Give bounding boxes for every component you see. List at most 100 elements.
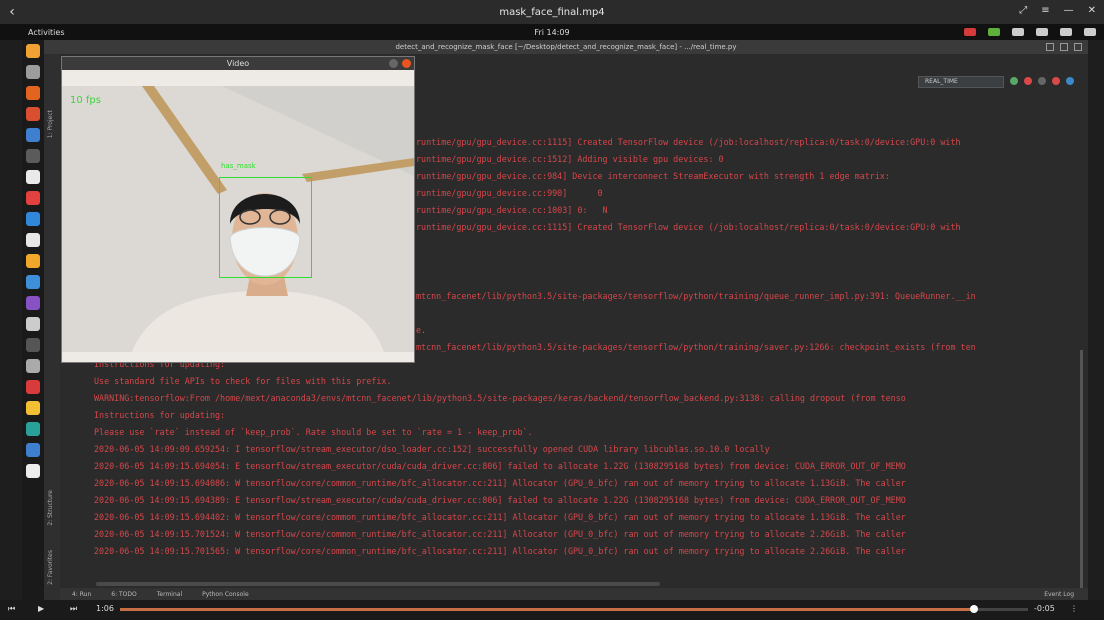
horizontal-scrollbar[interactable] [96,582,660,586]
tray-icon[interactable] [1060,28,1072,36]
debug-icon[interactable] [1024,77,1032,85]
ide-close-icon[interactable] [1074,43,1082,51]
minimize-icon[interactable]: — [1064,5,1074,16]
window-title: mask_face_final.mp4 [499,6,605,18]
window-controls: ⤢ ≡ — ✕ [1019,5,1096,16]
video-window: Video 10 fps has_mask [61,56,415,363]
console-line: Use standard file APIs to check for file… [94,376,392,386]
console-line: runtime/gpu/gpu_device.cc:1003] 0: N [416,205,608,215]
console-line: 2020-06-05 14:09:15.694402: W tensorflow… [94,512,906,522]
ide-minimize-icon[interactable] [1046,43,1054,51]
run-config-select[interactable]: REAL_TIME [918,76,1004,88]
dock-app-icon[interactable] [26,86,40,100]
stop-icon[interactable] [1052,77,1060,85]
coverage-icon[interactable] [1038,77,1046,85]
dock-app-icon[interactable] [26,380,40,394]
dock-app-icon[interactable] [26,296,40,310]
player-controls: ⏮ ▶ ⏭ 1:06 -0:05 ⋮ [0,600,1104,620]
tray-icon[interactable] [1036,28,1048,36]
todo-tab[interactable]: 6: TODO [111,591,136,598]
console-line: mtcnn_facenet/lib/python3.5/site-package… [416,291,976,301]
seek-bar-fill [120,608,974,611]
dock-app-icon[interactable] [26,65,40,79]
dock-app-icon[interactable] [26,212,40,226]
dock-app-icon[interactable] [26,44,40,58]
console-line: Instructions for updating: [94,410,226,420]
player-menu-icon[interactable]: ⋮ [1070,604,1078,613]
dock-app-icon[interactable] [26,464,40,478]
play-icon[interactable]: ▶ [38,604,44,613]
dock-app-icon[interactable] [26,275,40,289]
ide-maximize-icon[interactable] [1060,43,1068,51]
tray-icon[interactable] [964,28,976,36]
vertical-scrollbar[interactable] [1080,350,1083,590]
dock-app-icon[interactable] [26,170,40,184]
video-title: Video [226,59,250,68]
window-titlebar: ‹ mask_face_final.mp4 ⤢ ≡ — ✕ [0,0,1104,24]
tray-icon[interactable] [988,28,1000,36]
dock-app-icon[interactable] [26,317,40,331]
panel-clock[interactable]: Fri 14:09 [0,28,1104,37]
console-line: 2020-06-05 14:09:15.701565: W tensorflow… [94,546,906,556]
console-line: runtime/gpu/gpu_device.cc:1115] Created … [416,137,961,147]
dock-app-icon[interactable] [26,128,40,142]
console-line: 2020-06-05 14:09:15.701524: W tensorflow… [94,529,906,539]
structure-tool-tab[interactable]: 2: Structure [47,490,54,526]
ide-titlebar: detect_and_recognize_mask_face [~/Deskto… [44,40,1088,54]
project-tool-tab[interactable]: 1: Project [47,110,54,138]
run-buttons [1010,77,1074,85]
console-line: e. [416,325,427,335]
console-line: 2020-06-05 14:09:15.694054: E tensorflow… [94,461,906,471]
console-line: runtime/gpu/gpu_device.cc:984] Device in… [416,171,890,181]
video-close-icon[interactable] [402,59,411,68]
dock-app-icon[interactable] [26,338,40,352]
dock-app-icon[interactable] [26,107,40,121]
menu-icon[interactable]: ≡ [1041,5,1049,16]
console-line: mtcnn_facenet/lib/python3.5/site-package… [416,342,976,352]
dock-app-icon[interactable] [26,254,40,268]
console-line: runtime/gpu/gpu_device.cc:1512] Adding v… [416,154,724,164]
tray-icon[interactable] [1084,28,1096,36]
favorites-tool-tab[interactable]: 2: Favorites [47,550,54,585]
dock-app-icon[interactable] [26,401,40,415]
console-line: 2020-06-05 14:09:09.659254: I tensorflow… [94,444,770,454]
console-line: 2020-06-05 14:09:15.694389: E tensorflow… [94,495,906,505]
video-titlebar: Video [62,57,414,70]
console-line: 2020-06-05 14:09:15.694086: W tensorflow… [94,478,906,488]
camera-frame: 10 fps has_mask [62,86,414,352]
dock-app-icon[interactable] [26,443,40,457]
dock-app-icon[interactable] [26,233,40,247]
time-remaining: -0:05 [1034,604,1055,613]
search-icon[interactable] [1066,77,1074,85]
dock-app-icon[interactable] [26,149,40,163]
console-line: Please use `rate` instead of `keep_prob`… [94,427,533,437]
app-dock [22,40,44,600]
face-label: has_mask [221,162,256,170]
system-tray [964,28,1096,36]
video-minimize-icon[interactable] [389,59,398,68]
dock-app-icon[interactable] [26,422,40,436]
face-bounding-box [219,177,312,278]
event-log-tab[interactable]: Event Log [1044,591,1074,598]
console-line: WARNING:tensorflow:From /home/mext/anaco… [94,393,906,403]
console-line: runtime/gpu/gpu_device.cc:990] 0 [416,188,603,198]
terminal-tab[interactable]: Terminal [157,591,182,598]
fullscreen-icon[interactable]: ⤢ [1019,5,1027,16]
previous-icon[interactable]: ⏮ [8,604,15,614]
ide-left-toolstrip: 1: Project 2: Structure 2: Favorites [44,54,60,600]
time-current: 1:06 [96,604,114,613]
python-console-tab[interactable]: Python Console [202,591,249,598]
dock-app-icon[interactable] [26,191,40,205]
run-tab[interactable]: 4: Run [72,591,91,598]
ide-bottom-toolbar: 4: Run 6: TODO Terminal Python Console E… [60,588,1088,600]
seek-handle[interactable] [969,605,978,613]
console-line: runtime/gpu/gpu_device.cc:1115] Created … [416,222,961,232]
close-icon[interactable]: ✕ [1088,5,1096,16]
ide-title-text: detect_and_recognize_mask_face [~/Deskto… [395,43,737,51]
tray-icon[interactable] [1012,28,1024,36]
fps-counter: 10 fps [70,95,101,106]
run-icon[interactable] [1010,77,1018,85]
next-icon[interactable]: ⏭ [70,604,77,614]
dock-app-icon[interactable] [26,359,40,373]
seek-bar[interactable] [120,605,1028,613]
